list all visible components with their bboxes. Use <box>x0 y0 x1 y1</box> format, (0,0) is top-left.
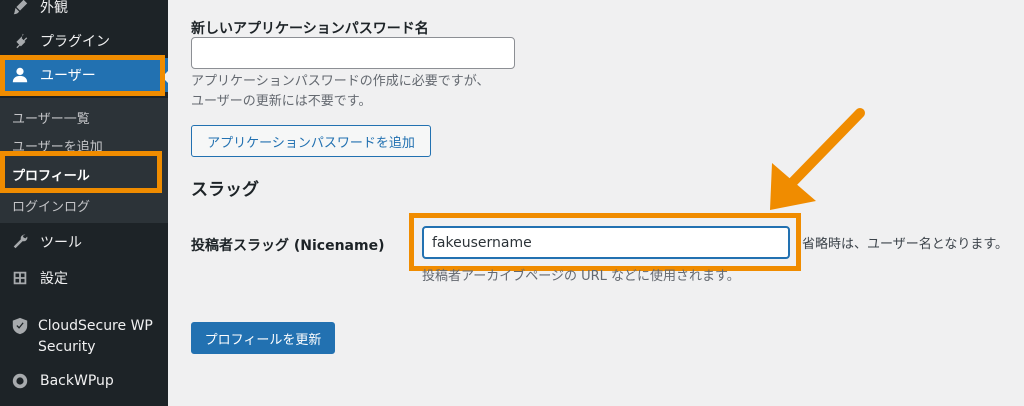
submenu-item-login-log[interactable]: ログインログ <box>12 196 90 215</box>
app-password-label: 新しいアプリケーションパスワード名 <box>191 21 429 37</box>
menu-label-cloudsecure-line1: CloudSecure WP <box>38 318 153 334</box>
menu-item-plugins[interactable]: プラグイン <box>0 24 168 58</box>
menu-item-backwpup[interactable]: BackWPup <box>0 364 168 398</box>
submenu-item-add-user[interactable]: ユーザーを追加 <box>12 136 103 155</box>
menu-label-tools: ツール <box>40 235 82 251</box>
menu-item-users[interactable]: ユーザー <box>0 58 168 92</box>
users-submenu: ユーザー一覧 ユーザーを追加 プロフィール ログインログ <box>0 98 168 223</box>
wrench-icon <box>10 232 30 252</box>
menu-label-appearance: 外観 <box>40 0 68 16</box>
menu-item-settings[interactable]: 設定 <box>0 261 168 295</box>
app-password-desc-line1: アプリケーションパスワードの作成に必要ですが、 <box>191 74 490 89</box>
settings-icon <box>10 268 30 288</box>
nicename-side-note: 省略時は、ユーザー名となります。 <box>802 237 1009 252</box>
slug-heading: スラッグ <box>191 180 259 200</box>
admin-sidebar: 外観 プラグイン ユーザー ユーザー一覧 ユーザーを追加 プロフィール ログイン… <box>0 0 170 406</box>
app-password-name-input[interactable] <box>191 37 515 69</box>
menu-item-cloudsecure[interactable]: CloudSecure WP Security <box>0 316 168 358</box>
nicename-label: 投稿者スラッグ (Nicename) <box>191 238 385 254</box>
menu-label-settings: 設定 <box>40 271 68 287</box>
annotation-arrow <box>770 108 865 210</box>
menu-label-plugins: プラグイン <box>40 34 110 50</box>
menu-label-cloudsecure-line2: Security <box>38 339 96 355</box>
add-app-password-button[interactable]: アプリケーションパスワードを追加 <box>191 125 431 157</box>
user-icon <box>10 65 30 85</box>
nicename-input[interactable] <box>422 226 790 259</box>
menu-item-tools[interactable]: ツール <box>0 225 168 259</box>
app-password-desc: アプリケーションパスワードの作成に必要ですが、 ユーザーの更新には不要です。 <box>191 72 489 112</box>
submenu-item-all-users[interactable]: ユーザー一覧 <box>12 108 90 127</box>
menu-label-backwpup: BackWPup <box>40 373 114 389</box>
nicename-desc: 投稿者アーカイブページの URL などに使用されます。 <box>422 269 740 284</box>
menu-label-cloudsecure: CloudSecure WP Security <box>38 316 153 358</box>
plugin-icon <box>10 31 30 51</box>
app-password-desc-line2: ユーザーの更新には不要です。 <box>191 94 372 109</box>
update-profile-button[interactable]: プロフィールを更新 <box>191 322 335 354</box>
backwpup-icon <box>10 371 30 391</box>
menu-label-users: ユーザー <box>40 68 96 84</box>
shield-check-icon <box>10 316 30 336</box>
menu-item-appearance[interactable]: 外観 <box>0 0 168 24</box>
paintbrush-icon <box>10 0 30 17</box>
current-menu-caret <box>162 69 170 85</box>
submenu-item-profile[interactable]: プロフィール <box>12 165 90 184</box>
